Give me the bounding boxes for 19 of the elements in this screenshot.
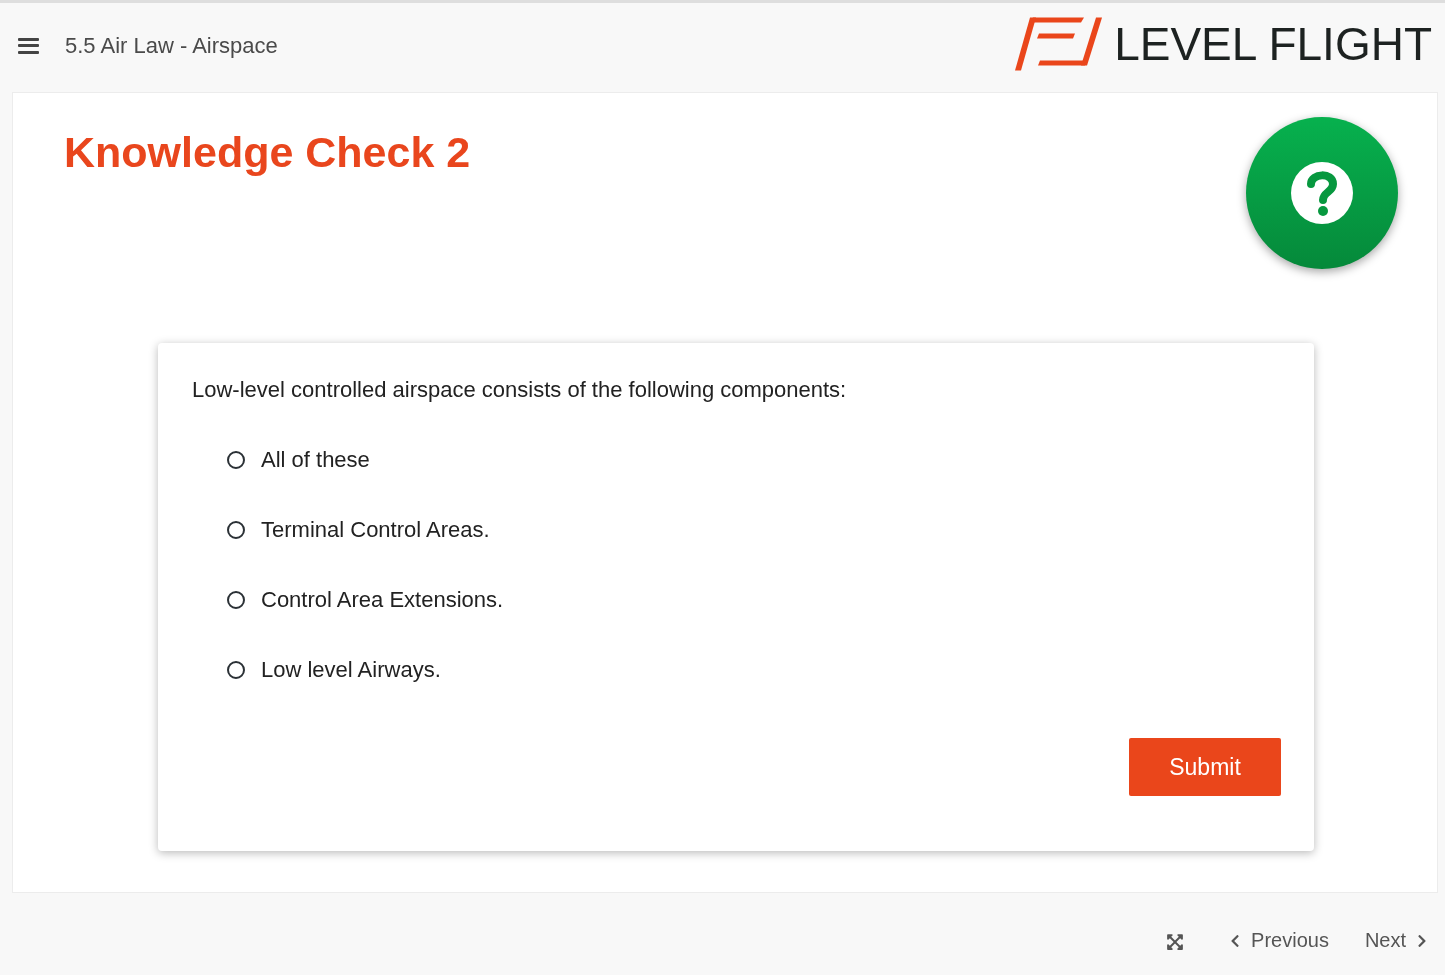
option-label[interactable]: Control Area Extensions. [261, 583, 504, 617]
logo-text: LEVEL FLIGHT [1114, 20, 1432, 67]
previous-button[interactable]: Previous [1228, 929, 1329, 952]
radio-button[interactable] [227, 591, 245, 609]
radio-button[interactable] [227, 661, 245, 679]
page-title: Knowledge Check 2 [64, 127, 471, 178]
option-label[interactable]: Low level Airways. [261, 653, 441, 687]
radio-button[interactable] [227, 521, 245, 539]
radio-button[interactable] [227, 451, 245, 469]
question-prompt: Low-level controlled airspace consists of the following components: [192, 376, 848, 404]
option-label[interactable]: Terminal Control Areas. [261, 513, 490, 547]
question-mark-icon [1246, 117, 1398, 269]
next-button[interactable]: Next [1364, 929, 1429, 952]
option-label[interactable]: All of these [261, 443, 370, 477]
submit-button[interactable]: Submit [1129, 738, 1281, 796]
expand-icon [1166, 933, 1185, 951]
course-title: 5.5 Air Law - Airspace [65, 32, 278, 59]
logo-mark-icon [1014, 16, 1103, 71]
menu-button[interactable] [18, 37, 39, 54]
